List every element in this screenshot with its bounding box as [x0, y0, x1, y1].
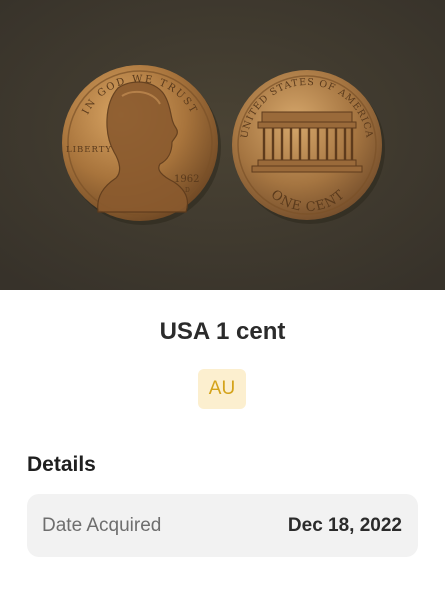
detail-label: Date Acquired [42, 515, 162, 536]
coin-photo[interactable]: IN GOD WE TRUST LIBERTY 1962 D UNITED ST… [0, 0, 445, 290]
details-heading: Details [27, 453, 96, 476]
svg-text:1962: 1962 [174, 174, 199, 185]
grade-badge: AU [198, 369, 246, 409]
coin-title: USA 1 cent [159, 318, 286, 345]
detail-value: Dec 18, 2022 [287, 515, 402, 536]
svg-text:LIBERTY: LIBERTY [66, 145, 112, 155]
svg-text:D: D [185, 187, 190, 194]
detail-row-date-acquired[interactable]: Date Acquired Dec 18, 2022 [27, 494, 418, 557]
